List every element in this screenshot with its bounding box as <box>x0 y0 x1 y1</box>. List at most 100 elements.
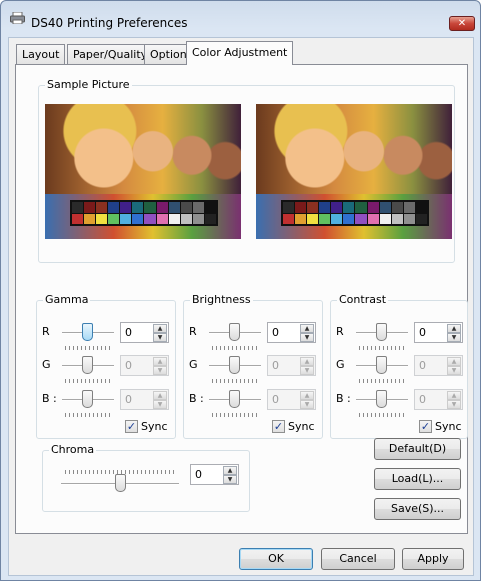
spin-up-icon[interactable]: ▲ <box>153 357 167 366</box>
spin-down-icon[interactable]: ▼ <box>447 400 461 409</box>
color-swatch-cell <box>204 202 216 213</box>
contrast-r-label: R <box>336 325 344 338</box>
spin-down-icon[interactable]: ▼ <box>223 475 237 484</box>
close-button[interactable]: ✕ <box>449 16 475 31</box>
brightness-b-value: 0 <box>272 393 279 406</box>
ok-button[interactable]: OK <box>239 548 313 570</box>
brightness-g-label: G <box>189 358 198 371</box>
color-swatch-cell <box>367 202 379 213</box>
contrast-sync-checkbox[interactable]: ✓ <box>419 420 432 433</box>
color-swatch-cell <box>307 202 319 213</box>
contrast-r-spinner[interactable]: 0 ▲ ▼ <box>414 322 463 343</box>
color-swatch-bar <box>70 200 218 226</box>
contrast-g-label: G <box>336 358 345 371</box>
spin-down-icon[interactable]: ▼ <box>153 400 167 409</box>
tab-panel-color-adjustment: Sample Picture Gamma R 0 ▲ ▼ G 0 ▲ ▼ B:… <box>15 64 468 534</box>
gamma-b-spinner[interactable]: 0 ▲ ▼ <box>120 389 169 410</box>
color-swatch-cell <box>391 202 403 213</box>
spin-down-icon[interactable]: ▼ <box>153 333 167 342</box>
brightness-sync-checkbox[interactable]: ✓ <box>272 420 285 433</box>
gamma-r-spinner[interactable]: 0 ▲ ▼ <box>120 322 169 343</box>
contrast-g-spinner[interactable]: 0 ▲ ▼ <box>414 355 463 376</box>
brightness-g-spinner[interactable]: 0 ▲ ▼ <box>267 355 316 376</box>
title-bar[interactable]: DS40 Printing Preferences ✕ <box>1 1 480 33</box>
contrast-label: Contrast <box>337 293 389 306</box>
color-swatch-cell <box>355 202 367 213</box>
sample-image-adjusted <box>256 104 452 239</box>
color-swatch-cell <box>307 213 319 224</box>
contrast-b-spinner[interactable]: 0 ▲ ▼ <box>414 389 463 410</box>
gamma-g-spinner[interactable]: 0 ▲ ▼ <box>120 355 169 376</box>
color-swatch-cell <box>379 213 391 224</box>
brightness-sync-label: Sync <box>288 420 315 433</box>
brightness-g-slider[interactable] <box>229 356 240 374</box>
brightness-r-slider[interactable] <box>229 323 240 341</box>
contrast-sync-label: Sync <box>435 420 462 433</box>
spin-up-icon[interactable]: ▲ <box>153 391 167 400</box>
contrast-r-value: 0 <box>419 326 426 339</box>
brightness-b-spinner[interactable]: 0 ▲ ▼ <box>267 389 316 410</box>
apply-button[interactable]: Apply <box>402 548 464 570</box>
color-swatch-cell <box>144 213 156 224</box>
spin-up-icon[interactable]: ▲ <box>447 357 461 366</box>
color-swatch-cell <box>343 213 355 224</box>
contrast-g-value: 0 <box>419 359 426 372</box>
gamma-g-label: G <box>42 358 51 371</box>
contrast-g-slider[interactable] <box>376 356 387 374</box>
color-swatch-cell <box>96 202 108 213</box>
color-swatch-cell <box>72 213 84 224</box>
color-swatch-cell <box>283 202 295 213</box>
chroma-spinner[interactable]: 0 ▲ ▼ <box>190 464 239 485</box>
brightness-g-value: 0 <box>272 359 279 372</box>
spin-up-icon[interactable]: ▲ <box>300 391 314 400</box>
spin-up-icon[interactable]: ▲ <box>300 324 314 333</box>
default-button[interactable]: Default(D) <box>374 438 461 460</box>
spin-up-icon[interactable]: ▲ <box>447 324 461 333</box>
contrast-r-slider[interactable] <box>376 323 387 341</box>
gamma-sync-checkbox[interactable]: ✓ <box>125 420 138 433</box>
contrast-b-slider[interactable] <box>376 390 387 408</box>
spin-up-icon[interactable]: ▲ <box>223 466 237 475</box>
printer-icon <box>10 11 25 25</box>
gamma-r-slider[interactable] <box>82 323 93 341</box>
spin-up-icon[interactable]: ▲ <box>300 357 314 366</box>
spin-down-icon[interactable]: ▼ <box>300 400 314 409</box>
brightness-r-label: R <box>189 325 197 338</box>
color-swatch-cell <box>144 202 156 213</box>
gamma-g-slider[interactable] <box>82 356 93 374</box>
checkmark-icon: ✓ <box>126 420 137 433</box>
color-swatch-cell <box>180 202 192 213</box>
color-swatch-cell <box>343 202 355 213</box>
save-button[interactable]: Save(S)... <box>374 498 461 520</box>
sample-picture-label: Sample Picture <box>45 78 132 91</box>
spin-down-icon[interactable]: ▼ <box>300 333 314 342</box>
spin-down-icon[interactable]: ▼ <box>153 366 167 375</box>
chroma-label: Chroma <box>49 443 97 456</box>
color-swatch-cell <box>72 202 84 213</box>
spin-up-icon[interactable]: ▲ <box>447 391 461 400</box>
gamma-b-slider[interactable] <box>82 390 93 408</box>
sample-image-original <box>45 104 241 239</box>
spin-down-icon[interactable]: ▼ <box>447 366 461 375</box>
chroma-group: Chroma 0 ▲ ▼ <box>42 443 250 512</box>
color-swatch-cell <box>84 213 96 224</box>
load-button[interactable]: Load(L)... <box>374 468 461 490</box>
color-swatch-cell <box>204 213 216 224</box>
spin-up-icon[interactable]: ▲ <box>153 324 167 333</box>
checkmark-icon: ✓ <box>420 420 431 433</box>
color-swatch-cell <box>403 213 415 224</box>
brightness-b-slider[interactable] <box>229 390 240 408</box>
contrast-group: Contrast R 0 ▲ ▼ G 0 ▲ ▼ B : 0 ▲ ▼ ✓ Syn… <box>330 293 468 439</box>
spin-down-icon[interactable]: ▼ <box>300 366 314 375</box>
gamma-b-value: 0 <box>125 393 132 406</box>
brightness-b-label: B : <box>189 392 204 405</box>
brightness-r-spinner[interactable]: 0 ▲ ▼ <box>267 322 316 343</box>
chroma-slider[interactable] <box>115 474 126 492</box>
tab-paper-quality[interactable]: Paper/Quality <box>67 44 154 64</box>
color-swatch-cell <box>415 213 427 224</box>
tab-layout[interactable]: Layout <box>16 44 66 64</box>
spin-down-icon[interactable]: ▼ <box>447 333 461 342</box>
gamma-label: Gamma <box>43 293 91 306</box>
cancel-button[interactable]: Cancel <box>321 548 395 570</box>
tab-color-adjustment[interactable]: Color Adjustment <box>186 41 294 65</box>
